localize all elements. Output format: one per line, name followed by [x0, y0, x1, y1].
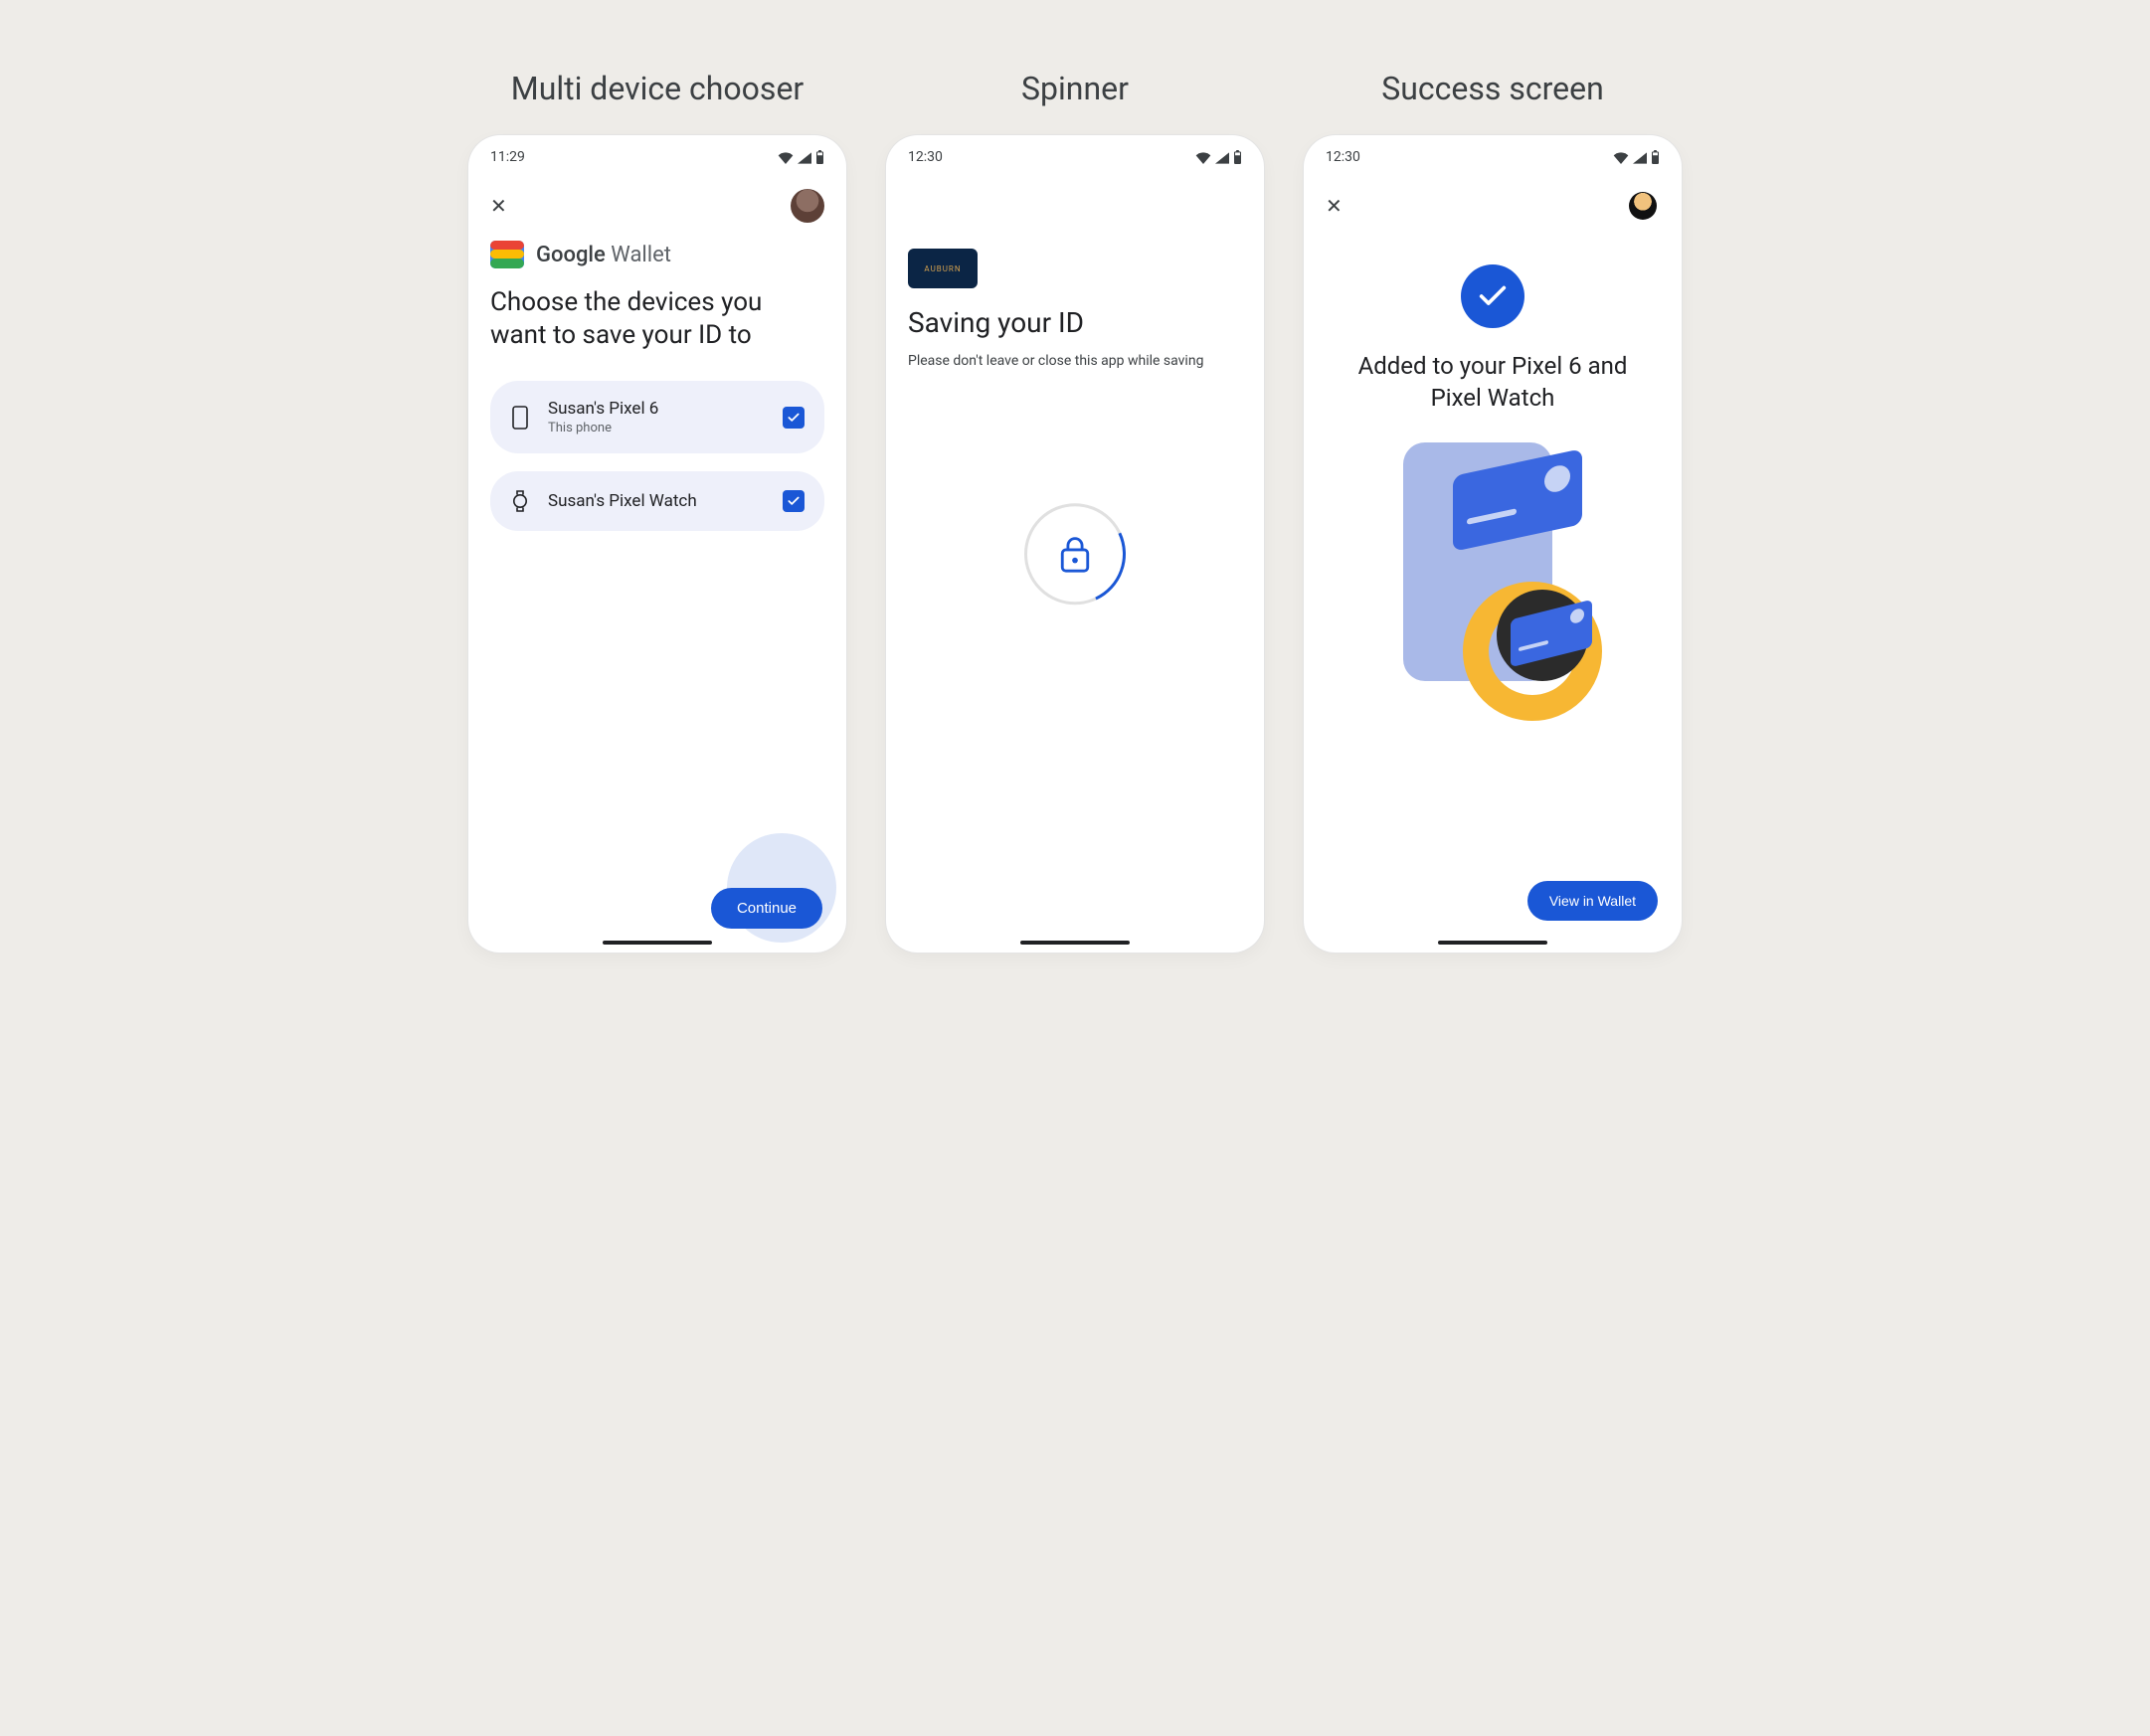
status-bar: 12:30 [886, 135, 1264, 171]
continue-button[interactable]: Continue [711, 888, 822, 929]
success-illustration [1363, 442, 1622, 721]
column-title-success: Success screen [1381, 70, 1604, 107]
avatar[interactable] [791, 189, 824, 223]
wifi-icon [1195, 152, 1211, 164]
wifi-icon [1613, 152, 1629, 164]
checkbox-checked-icon[interactable] [783, 490, 805, 512]
device-name: Susan's Pixel 6 [548, 399, 765, 419]
brand-text: Google Wallet [536, 243, 671, 267]
success-check-icon [1461, 264, 1524, 328]
brand-row: Google Wallet [490, 241, 824, 268]
page-headline: Saving your ID [908, 306, 1242, 339]
watch-icon [510, 489, 530, 513]
issuer-logo: AUBURN [908, 249, 978, 288]
battery-icon [1651, 150, 1660, 164]
status-time: 12:30 [908, 149, 943, 165]
avatar[interactable] [1626, 189, 1660, 223]
status-icons [1195, 150, 1242, 164]
status-time: 12:30 [1326, 149, 1360, 165]
phone-icon [510, 406, 530, 430]
signal-icon [798, 152, 811, 164]
wifi-icon [778, 152, 794, 164]
status-icons [1613, 150, 1660, 164]
home-indicator[interactable] [603, 941, 712, 945]
page-headline: Choose the devices you want to save your… [490, 286, 824, 351]
device-name: Susan's Pixel Watch [548, 491, 765, 511]
battery-icon [1233, 150, 1242, 164]
phone-frame-spinner: 12:30 AUBURN Saving your ID Please don't… [886, 135, 1264, 953]
status-bar: 12:30 [1304, 135, 1682, 171]
device-subtitle: This phone [548, 421, 765, 435]
loading-spinner [1024, 503, 1126, 605]
page-subline: Please don't leave or close this app whi… [908, 353, 1242, 369]
column-title-chooser: Multi device chooser [511, 70, 805, 107]
close-icon[interactable]: ✕ [1326, 196, 1343, 216]
status-bar: 11:29 [468, 135, 846, 171]
signal-icon [1633, 152, 1647, 164]
home-indicator[interactable] [1020, 941, 1130, 945]
home-indicator[interactable] [1438, 941, 1547, 945]
status-time: 11:29 [490, 149, 525, 165]
google-wallet-icon [490, 241, 524, 268]
phone-frame-chooser: 11:29 ✕ Google Wallet Choose th [468, 135, 846, 953]
close-icon[interactable]: ✕ [490, 196, 507, 216]
phone-frame-success: 12:30 ✕ Added to your Pixel 6 and Pixel … [1304, 135, 1682, 953]
view-in-wallet-button[interactable]: View in Wallet [1527, 881, 1658, 921]
lock-icon [1058, 534, 1092, 574]
device-option-phone[interactable]: Susan's Pixel 6 This phone [490, 381, 824, 453]
page-headline: Added to your Pixel 6 and Pixel Watch [1326, 350, 1660, 415]
checkbox-checked-icon[interactable] [783, 407, 805, 429]
battery-icon [815, 150, 824, 164]
device-option-watch[interactable]: Susan's Pixel Watch [490, 471, 824, 531]
signal-icon [1215, 152, 1229, 164]
column-title-spinner: Spinner [1021, 70, 1129, 107]
status-icons [778, 150, 824, 164]
